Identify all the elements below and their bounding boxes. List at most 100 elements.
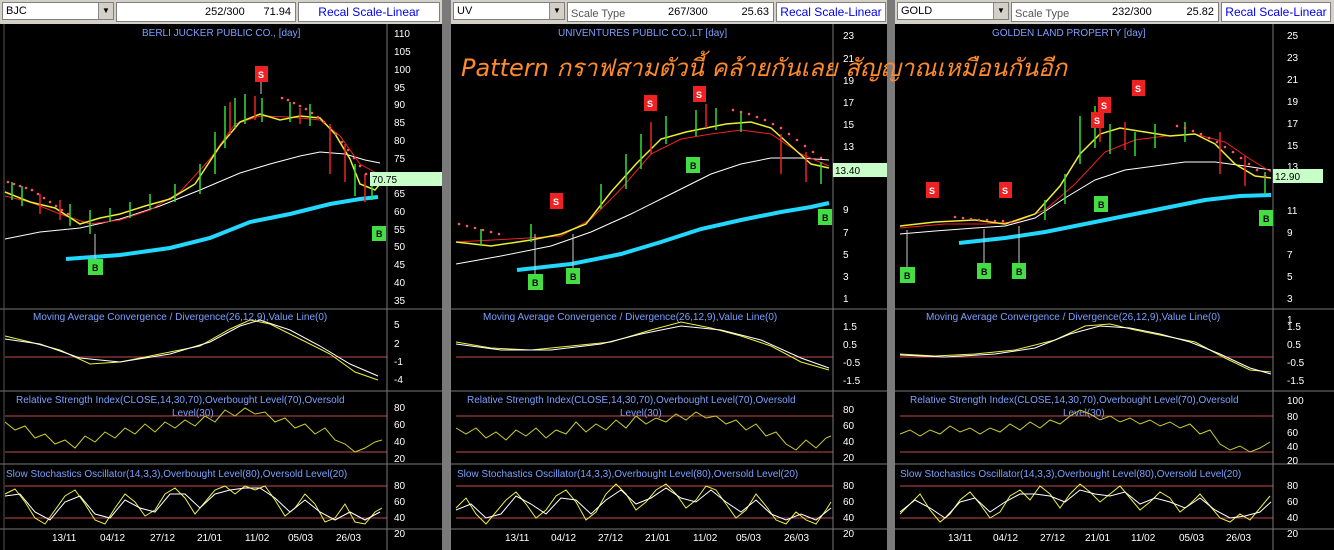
svg-text:40: 40 [843,437,855,448]
svg-text:23: 23 [1287,53,1299,64]
svg-text:B: B [904,271,911,281]
buy-signal[interactable]: B [977,263,991,279]
price-chart[interactable]: UNIVENTURES PUBLIC CO.,LT [day] 23 21 19… [451,24,887,550]
stoch-d-line [4,487,381,521]
svg-text:S: S [1094,116,1100,126]
svg-text:2: 2 [394,339,400,350]
buy-signal[interactable]: B [372,226,386,241]
stoch-k-line [899,483,1271,523]
stoch-title: Slow Stochastics Oscillator(14,3,3),Over… [6,469,347,480]
stoch-title: Slow Stochastics Oscillator(14,3,3),Over… [900,469,1241,480]
svg-text:40: 40 [1287,513,1299,524]
sell-signal[interactable]: S [1098,97,1111,113]
sell-signal[interactable]: S [644,95,657,111]
svg-text:S: S [1002,186,1008,196]
rsi-title-cont: Level(30) [1063,408,1105,419]
rsi-axis: 80 60 40 20 [843,405,855,464]
svg-text:11/02: 11/02 [1131,533,1156,544]
svg-text:20: 20 [843,529,855,540]
price-chart[interactable]: GOLDEN LAND PROPERTY [day] 25 23 21 19 1… [895,24,1334,550]
svg-text:85: 85 [394,118,406,129]
sell-signal[interactable]: S [550,193,563,209]
symbol-value: UV [457,5,473,17]
svg-text:11: 11 [1287,206,1298,217]
svg-text:-4: -4 [394,375,403,386]
buy-signal[interactable]: B [1259,210,1273,226]
svg-text:B: B [1263,214,1270,224]
buy-signal[interactable]: B [88,259,103,275]
macd-axis: 1.5 0.5 -0.5 -1.5 [843,322,861,387]
buy-signal[interactable]: B [818,209,832,225]
svg-text:1: 1 [843,294,849,305]
ma-long-line [958,193,1272,245]
macd-line [455,321,830,371]
sell-signal[interactable]: S [1091,112,1104,128]
buy-signal[interactable]: B [1094,196,1108,212]
buy-signal[interactable]: B [566,268,580,284]
svg-text:B: B [92,263,99,273]
price-axis: 110 105 100 95 90 85 80 75 70 65 60 55 5… [394,29,411,307]
bar-counter: 252/300 71.94 [116,2,296,22]
panel-splitter[interactable] [442,0,451,550]
svg-text:3: 3 [1287,294,1293,305]
svg-text:21/01: 21/01 [197,533,222,544]
chevron-down-icon[interactable]: ▼ [993,3,1008,19]
buy-signal[interactable]: B [528,274,543,290]
recal-scale-button[interactable]: Recal Scale-Linear [1221,2,1331,22]
sell-signal[interactable]: S [1132,80,1145,96]
buy-signal[interactable]: B [1012,263,1026,279]
recal-scale-button[interactable]: Recal Scale-Linear [298,2,440,22]
last-value: 71.94 [263,6,291,18]
ma-red-line [455,129,830,243]
chevron-down-icon[interactable]: ▼ [549,3,564,19]
svg-text:7: 7 [843,228,849,239]
svg-text:80: 80 [843,405,855,416]
scale-type-label: Scale Type [1015,8,1070,20]
macd-axis: 5 2 -1 -4 [394,320,403,386]
buy-signal[interactable]: B [900,267,915,283]
symbol-select[interactable]: UV ▼ [453,2,565,20]
svg-text:20: 20 [843,453,855,464]
chart-title: BERLI JUCKER PUBLIC CO., [day] [142,28,301,39]
macd-signal-line [4,319,379,377]
svg-text:0.5: 0.5 [843,340,857,351]
svg-text:11/02: 11/02 [245,533,270,544]
sell-signal[interactable]: S [693,86,706,102]
svg-text:13/11: 13/11 [948,533,973,544]
svg-text:17: 17 [843,98,855,109]
svg-text:26/03: 26/03 [784,533,809,544]
svg-text:80: 80 [394,481,406,492]
macd-line [899,323,1272,373]
ma-long-line [516,201,830,272]
svg-text:B: B [981,267,988,277]
recal-scale-button[interactable]: Recal Scale-Linear [776,2,886,22]
svg-text:60: 60 [843,497,855,508]
svg-text:S: S [929,186,935,196]
svg-text:15: 15 [843,120,855,131]
buy-signal[interactable]: B [686,157,700,173]
svg-text:80: 80 [394,403,406,414]
symbol-select[interactable]: GOLD ▼ [897,2,1009,20]
sell-signal[interactable]: S [999,182,1012,198]
svg-text:19: 19 [1287,97,1299,108]
sell-signal[interactable]: S [255,66,268,82]
svg-text:15: 15 [1287,141,1299,152]
svg-text:40: 40 [394,278,406,289]
last-value: 25.63 [741,6,769,18]
price-chart[interactable]: BERLI JUCKER PUBLIC CO., [day] 110 105 1… [0,24,442,550]
svg-text:B: B [570,272,577,282]
symbol-select[interactable]: BJC ▼ [2,2,114,20]
chart-title: GOLDEN LAND PROPERTY [day] [992,28,1146,39]
svg-text:60: 60 [843,421,855,432]
svg-text:110: 110 [394,29,410,40]
svg-text:S: S [696,90,702,100]
svg-text:27/12: 27/12 [1040,533,1065,544]
svg-text:90: 90 [394,100,406,111]
price-line [455,121,830,247]
svg-text:20: 20 [1287,529,1299,540]
svg-text:-1.5: -1.5 [843,376,861,387]
chevron-down-icon[interactable]: ▼ [98,3,113,19]
last-value: 25.82 [1186,6,1214,18]
sell-signal[interactable]: S [926,182,939,198]
bar-counter: Scale Type 232/300 25.82 [1011,2,1219,22]
